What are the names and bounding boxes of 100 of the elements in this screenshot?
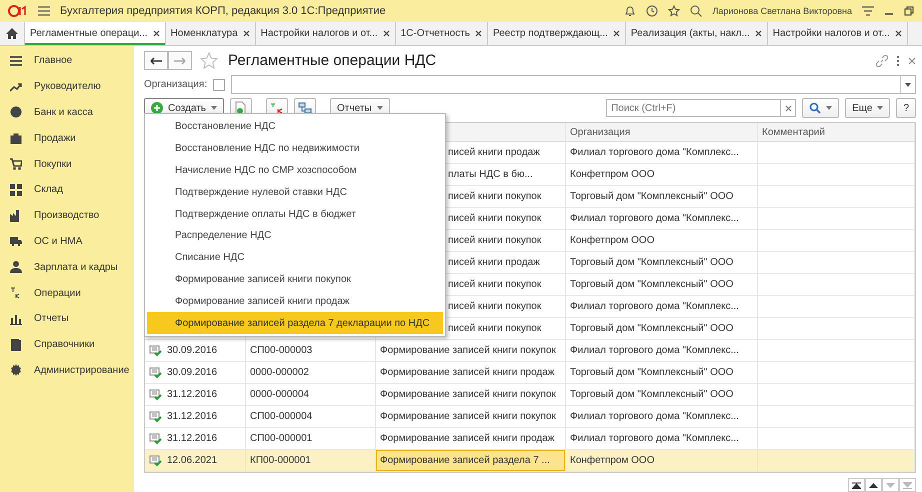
caret-icon (826, 106, 832, 110)
more-button[interactable]: Еще (845, 98, 890, 118)
date-cell: 30.09.2016 (167, 345, 218, 356)
sidebar-item[interactable]: Продажи (0, 125, 134, 152)
sidebar-item[interactable]: Банк и касса (0, 100, 134, 126)
cart-icon (10, 158, 22, 170)
bell-icon[interactable] (624, 5, 636, 17)
close-icon[interactable] (475, 30, 482, 37)
close-icon[interactable] (612, 30, 620, 37)
settings-lines-icon[interactable] (862, 6, 874, 16)
star-icon[interactable] (200, 52, 218, 70)
organization-cell: Торговый дом "Комплексный" ООО (570, 323, 734, 334)
operation-cell: писей книги продаж (448, 147, 540, 158)
search-icon[interactable] (690, 5, 702, 17)
date-cell: 30.09.2016 (167, 367, 218, 378)
app-title: Бухгалтерия предприятия КОРП, редакция 3.0 1С:Предприятие (60, 5, 386, 17)
back-button[interactable] (144, 51, 168, 70)
date-cell: 12.06.2021 (167, 455, 218, 466)
number-cell: СП00-000003 (250, 345, 312, 356)
form-title: Регламентные операции НДС (228, 52, 436, 70)
sidebar-item[interactable]: Склад (0, 176, 134, 203)
organization-cell: Торговый дом "Комплексный" ООО (570, 279, 734, 290)
clear-search-button[interactable] (780, 99, 796, 118)
sidebar-item[interactable]: Зарплата и кадры (0, 254, 134, 280)
sidebar-item[interactable]: Администрирование (0, 358, 134, 384)
tab[interactable]: Номенклатура (166, 22, 256, 45)
caret-icon (211, 106, 218, 110)
book-icon (10, 338, 22, 351)
column-header[interactable]: Комментарий (758, 123, 915, 141)
operation-cell: писей книги покупок (448, 191, 542, 202)
date-cell: 31.12.2016 (167, 411, 218, 422)
close-icon[interactable] (242, 30, 250, 37)
link-icon[interactable] (876, 54, 888, 67)
caret-icon (376, 106, 383, 110)
number-cell: СП00-000004 (250, 411, 312, 422)
sidebar-item[interactable]: Главное (0, 48, 134, 74)
close-icon[interactable] (382, 30, 390, 37)
table-row[interactable]: 31.12.2016 СП00-000004 Формирование записей книги покупок Филиал торгового дома "Комплекс... (145, 406, 915, 428)
tab[interactable]: 1С-Отчетность (396, 22, 488, 45)
menu-icon[interactable] (38, 6, 50, 16)
sidebar-item[interactable]: Руководителю (0, 74, 134, 100)
table-row[interactable]: 31.12.2016 0000-000004 Формирование записей книги покупок Торговый дом "Комплексный" ООО (145, 384, 915, 406)
grid-icon (10, 184, 22, 196)
user-name[interactable]: Ларионова Светлана Викторовна (712, 6, 852, 16)
table-row[interactable]: 12.06.2021 КП00-000001 Формирование записей раздела 7 ... Конфетпром ООО (145, 450, 915, 472)
operation-cell: Формирование записей книги покупок (380, 345, 556, 356)
search-button[interactable] (802, 98, 840, 118)
posted-document-icon (149, 454, 162, 466)
sidebar-item[interactable]: ОС и НМА (0, 228, 134, 254)
checkbox[interactable] (213, 78, 226, 91)
sidebar-item[interactable]: Производство (0, 202, 134, 229)
operation-cell: Формирование записей книги покупок (380, 411, 556, 422)
number-cell: 0000-000002 (250, 367, 309, 378)
posted-document-icon (149, 410, 162, 422)
star-icon[interactable] (668, 5, 680, 17)
operation-cell: Формирование записей книги покупок (380, 389, 556, 400)
organization-cell: Конфетпром ООО (570, 235, 654, 246)
scroll-top-button[interactable] (848, 478, 865, 492)
help-button[interactable]: ? (896, 98, 916, 118)
organization-cell: Торговый дом "Комплексный" ООО (570, 389, 734, 400)
operation-cell: писей книги продаж (448, 257, 540, 268)
menu-item[interactable]: Формирование записей раздела 7 декларации по НДС (147, 312, 443, 334)
operation-cell: Формирование записей раздела 7 ... (380, 455, 550, 466)
organization-field[interactable] (231, 75, 916, 94)
operation-cell: писей книги покупок (448, 213, 542, 224)
organization-cell: Филиал торгового дома "Комплекс... (570, 433, 739, 444)
trend-icon (10, 80, 22, 93)
sidebar-item[interactable]: Покупки (0, 151, 134, 177)
sidebar-item[interactable]: Операции (0, 280, 134, 306)
table-row[interactable]: 30.09.2016 0000-000002 Формирование записей книги продаж Торговый дом "Комплексный" ООО (145, 362, 915, 384)
tab[interactable]: Настройки налогов и от... (256, 22, 396, 45)
restore-icon[interactable] (904, 6, 914, 16)
sidebar-item[interactable]: Справочники (0, 332, 134, 358)
tab[interactable]: Регламентные операци... (25, 22, 166, 45)
close-icon[interactable] (754, 30, 762, 37)
more-vertical-icon[interactable] (896, 54, 900, 67)
close-icon[interactable] (894, 30, 902, 37)
organization-cell: Филиал торгового дома "Комплекс... (570, 345, 739, 356)
close-icon[interactable] (152, 30, 160, 37)
dropdown-arrow-icon[interactable] (905, 82, 911, 87)
operation-cell: писей книги покупок (448, 235, 542, 246)
history-icon[interactable] (646, 5, 658, 17)
scroll-up-button[interactable] (865, 478, 882, 492)
table-row[interactable]: 30.09.2016 СП00-000003 Формирование записей книги покупок Филиал торгового дома "Комплекс... (145, 340, 915, 362)
sidebar-item[interactable]: Отчеты (0, 306, 134, 332)
number-cell: 0000-000004 (250, 389, 309, 400)
caret-icon (877, 106, 884, 110)
date-cell: 31.12.2016 (167, 433, 218, 444)
down-arrow-icon (886, 482, 895, 488)
menu-item[interactable]: Восстановление НДС (147, 116, 443, 138)
organization-cell: Торговый дом "Комплексный" ООО (570, 191, 734, 202)
hierarchy-icon (298, 102, 312, 114)
organization-cell: Филиал торгового дома "Комплекс... (570, 147, 739, 158)
organization-cell: Конфетпром ООО (570, 455, 654, 466)
up-arrow-icon (869, 482, 878, 488)
top-arrow-icon (852, 482, 861, 488)
operation-cell: платы НДС в бю... (448, 169, 533, 180)
column-header[interactable]: Организация (566, 123, 758, 141)
operation-cell: писей книги покупок (448, 301, 542, 312)
search-field[interactable]: Поиск (Ctrl+F) (606, 99, 780, 118)
